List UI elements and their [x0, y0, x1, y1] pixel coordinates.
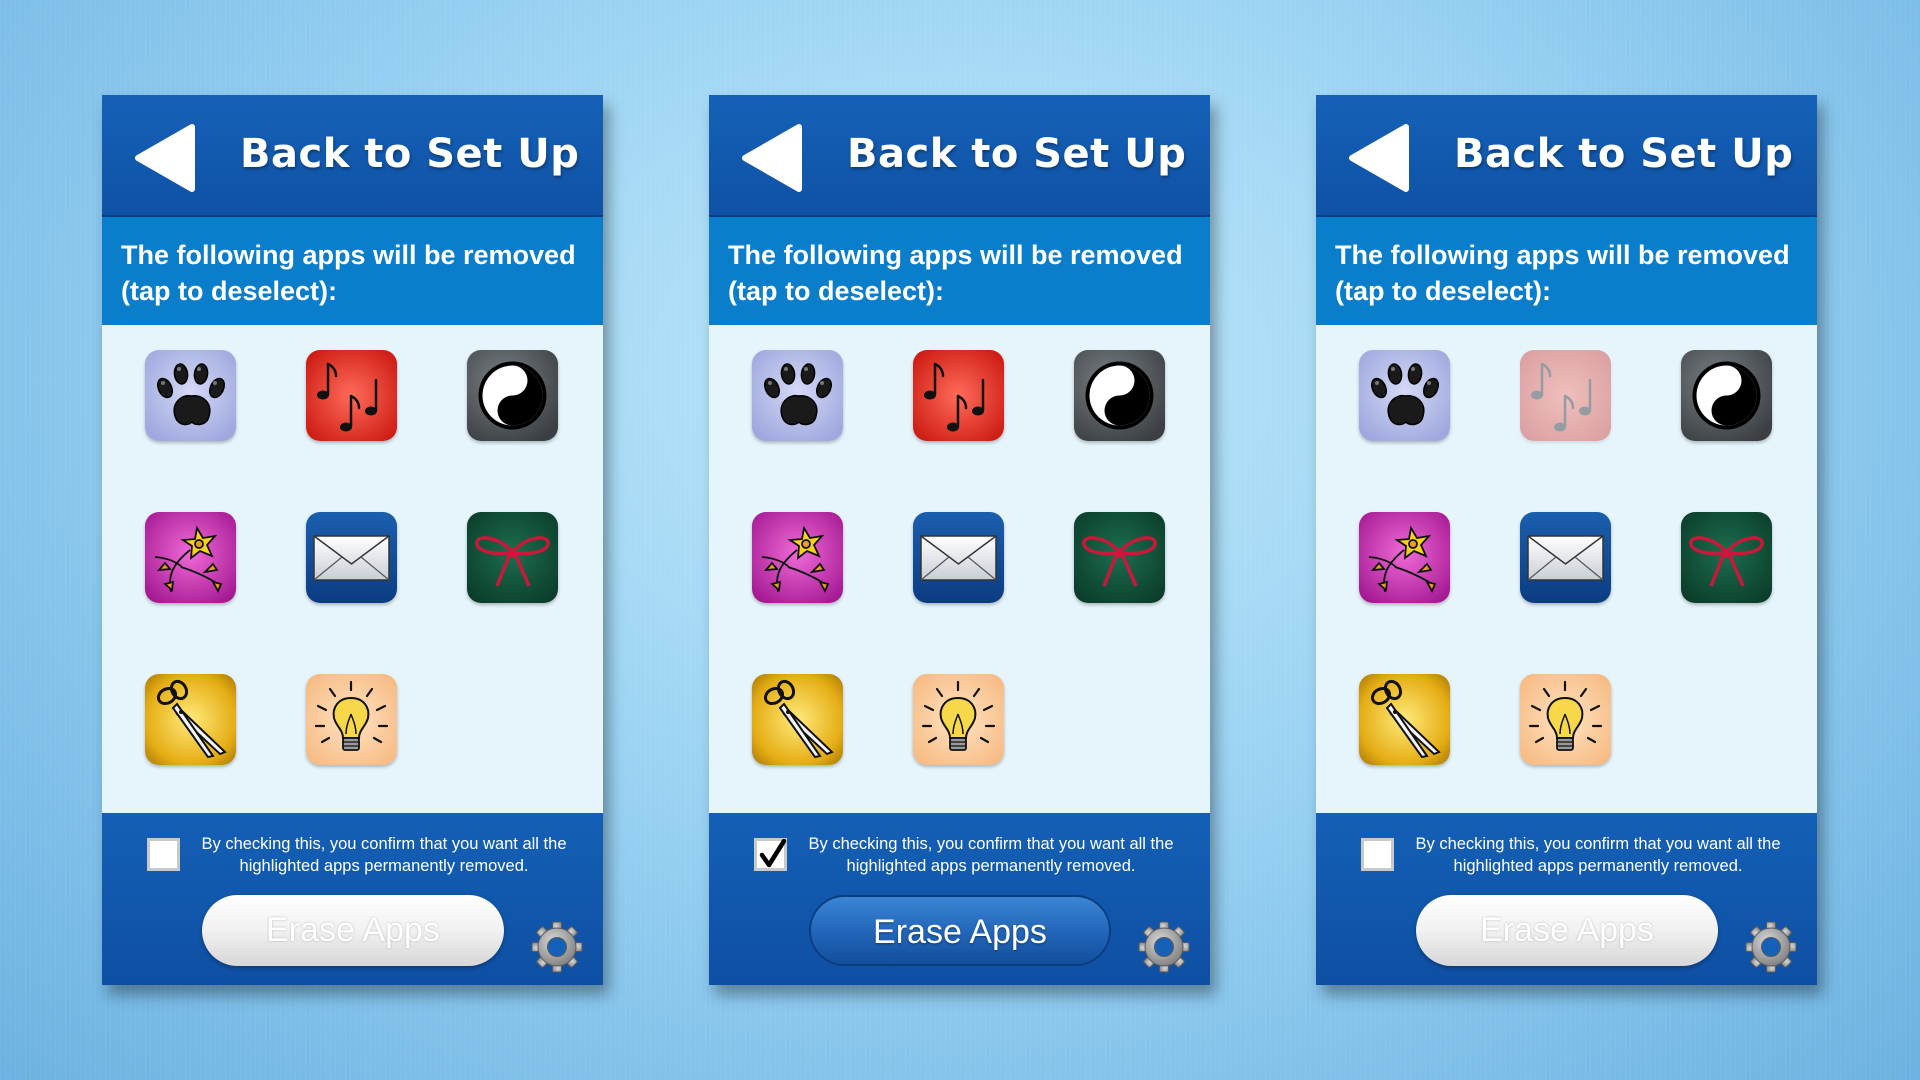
flower-icon[interactable] [1359, 512, 1450, 603]
music-notes-icon[interactable] [1520, 350, 1611, 441]
confirm-text: By checking this, you confirm that you w… [1415, 835, 1781, 875]
footer: By checking this, you confirm that you w… [102, 813, 603, 985]
envelope-icon[interactable] [306, 512, 397, 603]
envelope-icon[interactable] [913, 512, 1004, 603]
instruction-banner: The following apps will be removed (tap … [1316, 217, 1817, 325]
back-to-setup-button[interactable]: Back to Set Up [1316, 95, 1817, 217]
erase-apps-button[interactable]: Erase Apps [1416, 895, 1718, 966]
ribbon-bow-icon[interactable] [1681, 512, 1772, 603]
instruction-text: The following apps will be removed (tap … [728, 240, 1183, 306]
flower-icon[interactable] [145, 512, 236, 603]
footer: By checking this, you confirm that you w… [1316, 813, 1817, 985]
back-arrow-icon [135, 124, 195, 192]
yin-yang-icon[interactable] [1681, 350, 1772, 441]
app-grid [102, 325, 603, 813]
ribbon-bow-icon[interactable] [1074, 512, 1165, 603]
phone-screen-1: Back to Set Up The following apps will b… [102, 95, 603, 985]
confirm-text: By checking this, you confirm that you w… [201, 835, 567, 875]
phone-screen-2: Back to Set Up The following apps will b… [709, 95, 1210, 985]
yin-yang-icon[interactable] [1074, 350, 1165, 441]
instruction-banner: The following apps will be removed (tap … [709, 217, 1210, 325]
instruction-banner: The following apps will be removed (tap … [102, 217, 603, 325]
paw-print-icon[interactable] [752, 350, 843, 441]
app-grid [1316, 325, 1817, 813]
scissors-icon[interactable] [1359, 674, 1450, 765]
paw-print-icon[interactable] [145, 350, 236, 441]
gear-icon[interactable] [1137, 920, 1191, 974]
light-bulb-icon[interactable] [306, 674, 397, 765]
scissors-icon[interactable] [752, 674, 843, 765]
confirm-checkbox[interactable] [754, 838, 787, 871]
back-to-setup-button[interactable]: Back to Set Up [102, 95, 603, 217]
confirm-checkbox[interactable] [1361, 838, 1394, 871]
header-title: Back to Set Up [1454, 131, 1794, 177]
paw-print-icon[interactable] [1359, 350, 1450, 441]
scissors-icon[interactable] [145, 674, 236, 765]
instruction-text: The following apps will be removed (tap … [121, 240, 576, 306]
yin-yang-icon[interactable] [467, 350, 558, 441]
gear-icon[interactable] [530, 920, 584, 974]
music-notes-icon[interactable] [306, 350, 397, 441]
screens-showcase: Back to Set Up The following apps will b… [0, 0, 1920, 1080]
header-title: Back to Set Up [240, 131, 580, 177]
back-arrow-icon [1349, 124, 1409, 192]
confirm-checkbox[interactable] [147, 838, 180, 871]
header-title: Back to Set Up [847, 131, 1187, 177]
erase-apps-button[interactable]: Erase Apps [809, 895, 1111, 966]
confirm-text: By checking this, you confirm that you w… [808, 835, 1174, 875]
gear-icon[interactable] [1744, 920, 1798, 974]
footer: By checking this, you confirm that you w… [709, 813, 1210, 985]
checkmark-icon [759, 839, 787, 868]
app-grid [709, 325, 1210, 813]
phone-screen-3: Back to Set Up The following apps will b… [1316, 95, 1817, 985]
flower-icon[interactable] [752, 512, 843, 603]
back-to-setup-button[interactable]: Back to Set Up [709, 95, 1210, 217]
instruction-text: The following apps will be removed (tap … [1335, 240, 1790, 306]
music-notes-icon[interactable] [913, 350, 1004, 441]
back-arrow-icon [742, 124, 802, 192]
ribbon-bow-icon[interactable] [467, 512, 558, 603]
light-bulb-icon[interactable] [1520, 674, 1611, 765]
light-bulb-icon[interactable] [913, 674, 1004, 765]
erase-apps-button[interactable]: Erase Apps [202, 895, 504, 966]
envelope-icon[interactable] [1520, 512, 1611, 603]
